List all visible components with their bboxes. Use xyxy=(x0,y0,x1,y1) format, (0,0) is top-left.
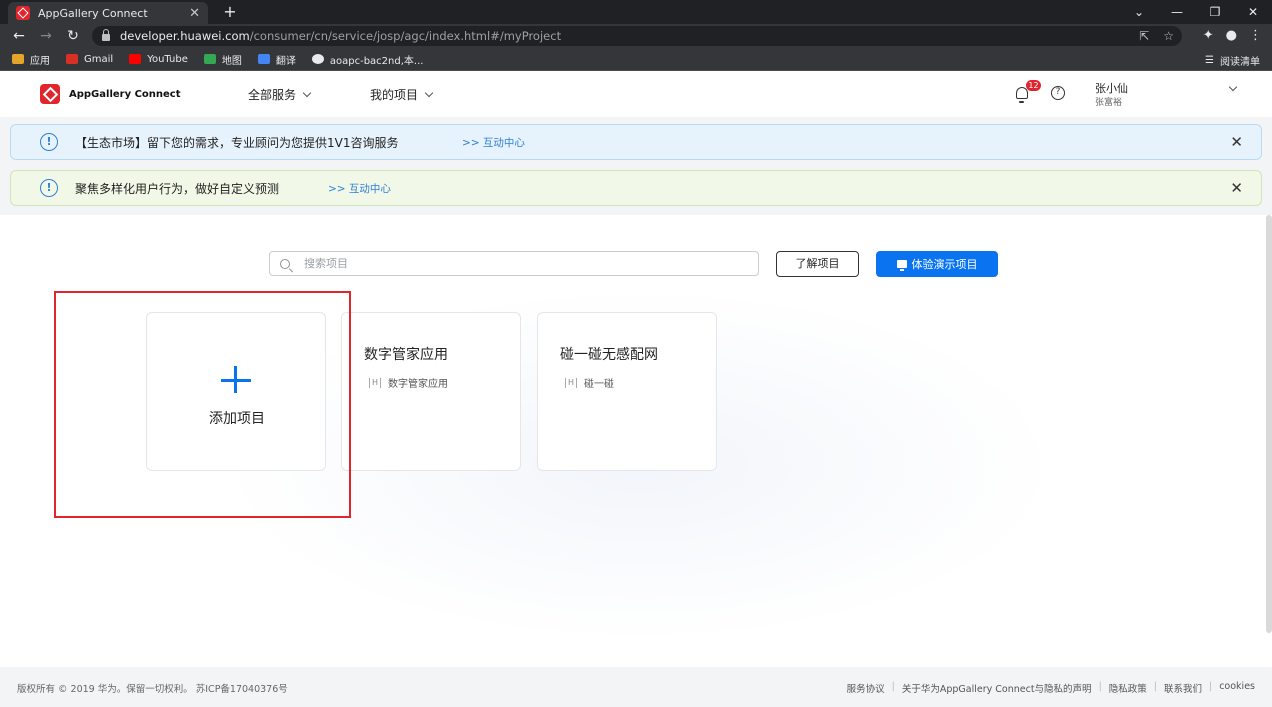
project-app: H 数字管家应用 xyxy=(369,375,448,390)
lock-icon[interactable] xyxy=(102,29,110,41)
footer-link-service-agreement[interactable]: 服务协议 xyxy=(847,681,885,695)
info-icon: ! xyxy=(40,179,58,197)
github-icon xyxy=(311,54,324,64)
profile-icon[interactable]: ● xyxy=(1226,27,1237,45)
project-card[interactable]: 碰一碰无感配网 H 碰一碰 xyxy=(537,312,717,471)
browser-menu-icon[interactable]: ⋮ xyxy=(1249,27,1262,45)
extensions-puzzle-icon[interactable]: ✦ xyxy=(1203,27,1214,45)
monitor-icon xyxy=(896,260,907,271)
window-close-icon[interactable]: ✕ xyxy=(1234,0,1272,24)
restore-icon[interactable]: ❐ xyxy=(1196,0,1234,24)
bookmark-maps[interactable]: 地图 xyxy=(203,52,242,67)
browser-tab-bar: AppGallery Connect ✕ + ⌄ — ❐ ✕ xyxy=(0,0,1272,24)
back-arrow-icon[interactable]: ← xyxy=(10,27,28,45)
footer-links: 服务协议 | 关于华为AppGallery Connect与隐私的声明 | 隐私政策… xyxy=(846,681,1255,695)
info-icon: ! xyxy=(40,133,58,151)
appgallery-favicon-icon xyxy=(16,6,30,20)
bookmark-star-icon[interactable]: ☆ xyxy=(1163,29,1174,43)
maps-icon xyxy=(203,54,216,64)
chevron-down-icon xyxy=(424,88,434,97)
extension-area: ✦ ● ⋮ xyxy=(1203,27,1262,45)
apps-grid-icon xyxy=(12,54,24,64)
footer-link-privacy-statement[interactable]: 关于华为AppGallery Connect与隐私的声明 xyxy=(902,681,1092,695)
notification-badge: 12 xyxy=(1026,80,1041,91)
project-title: 数字管家应用 xyxy=(364,347,448,363)
reading-list[interactable]: ☰ 阅读清单 xyxy=(1205,53,1260,68)
notice-link-interaction-center[interactable]: >> 互动中心 xyxy=(328,181,391,196)
notice-ecosystem-market: ! 【生态市场】留下您的需求，专业顾问为您提供1V1咨询服务 >> 互动中心 ✕ xyxy=(10,124,1262,160)
project-card[interactable]: 数字管家应用 H 数字管家应用 xyxy=(341,312,521,471)
plus-icon xyxy=(221,366,251,396)
footer-link-contact[interactable]: 联系我们 xyxy=(1164,681,1202,695)
learn-projects-button[interactable]: 了解项目 xyxy=(776,251,859,277)
new-tab-icon[interactable]: + xyxy=(220,2,240,22)
page-footer: 版权所有 © 2019 华为。保留一切权利。 苏ICP备17040376号 服务… xyxy=(0,667,1272,707)
bookmarks-bar: 应用 Gmail YouTube 地图 翻译 aoapc-bac2nd,本...… xyxy=(0,48,1272,71)
project-title: 碰一碰无感配网 xyxy=(560,347,658,363)
bookmark-youtube[interactable]: YouTube xyxy=(129,54,188,65)
search-icon xyxy=(280,258,290,269)
menu-my-projects[interactable]: 我的项目 xyxy=(370,86,434,103)
user-name[interactable]: 张小仙 xyxy=(1095,80,1128,96)
user-account: 张富裕 xyxy=(1095,98,1123,108)
omnibox-actions: ⇱ ☆ xyxy=(1139,26,1174,46)
translate-icon xyxy=(257,54,270,64)
user-menu-chevron-icon[interactable] xyxy=(1228,82,1238,92)
youtube-icon xyxy=(129,54,142,64)
help-icon[interactable]: ? xyxy=(1051,86,1065,100)
search-input[interactable] xyxy=(304,257,758,270)
notice-link-interaction-center[interactable]: >> 互动中心 xyxy=(462,135,525,150)
tab-search-icon[interactable]: ⌄ xyxy=(1120,0,1158,24)
notice-custom-prediction: ! 聚焦多样化用户行为，做好自定义预测 >> 互动中心 ✕ xyxy=(10,170,1262,206)
copyright: 版权所有 © 2019 华为。保留一切权利。 苏ICP备17040376号 xyxy=(17,684,288,695)
menu-all-services[interactable]: 全部服务 xyxy=(248,86,312,103)
project-search[interactable] xyxy=(269,251,759,276)
tab-title: AppGallery Connect xyxy=(38,6,148,20)
footer-link-privacy-policy[interactable]: 隐私政策 xyxy=(1109,681,1147,695)
url-field[interactable]: developer.huawei.com/consumer/cn/service… xyxy=(92,26,1182,46)
bookmark-github[interactable]: aoapc-bac2nd,本... xyxy=(311,52,423,67)
minimize-icon[interactable]: — xyxy=(1158,0,1196,24)
reading-list-icon: ☰ xyxy=(1205,55,1214,66)
browser-address-bar: ← → ↻ developer.huawei.com/consumer/cn/s… xyxy=(0,24,1272,48)
project-app: H 碰一碰 xyxy=(565,375,614,390)
bookmark-apps[interactable]: 应用 xyxy=(12,52,50,67)
chevron-down-icon xyxy=(302,88,312,97)
bookmark-gmail[interactable]: Gmail xyxy=(66,54,113,65)
app-header: AppGallery Connect 全部服务 我的项目 12 ? 张小仙 张富… xyxy=(0,72,1272,117)
page-scrollbar[interactable] xyxy=(1266,215,1272,633)
gmail-icon xyxy=(66,54,78,64)
demo-project-button[interactable]: 体验演示项目 xyxy=(876,251,998,277)
harmony-app-icon: H xyxy=(369,377,382,388)
url-text: developer.huawei.com/consumer/cn/service… xyxy=(120,29,562,43)
window-controls: ⌄ — ❐ ✕ xyxy=(1120,0,1272,24)
appgallery-logo-icon xyxy=(40,84,60,104)
close-icon[interactable]: ✕ xyxy=(1230,180,1243,196)
harmony-app-icon: H xyxy=(565,377,578,388)
bookmark-translate[interactable]: 翻译 xyxy=(257,52,296,67)
footer-link-cookies[interactable]: cookies xyxy=(1219,681,1255,695)
forward-arrow-icon[interactable]: → xyxy=(37,27,55,45)
tab-close-icon[interactable]: ✕ xyxy=(189,7,200,20)
reload-icon[interactable]: ↻ xyxy=(64,27,82,45)
close-icon[interactable]: ✕ xyxy=(1230,134,1243,150)
share-icon[interactable]: ⇱ xyxy=(1139,29,1149,43)
appgallery-logo[interactable]: AppGallery Connect xyxy=(40,84,181,104)
add-project-card[interactable]: 添加项目 xyxy=(146,312,326,471)
browser-tab[interactable]: AppGallery Connect ✕ xyxy=(8,2,208,24)
